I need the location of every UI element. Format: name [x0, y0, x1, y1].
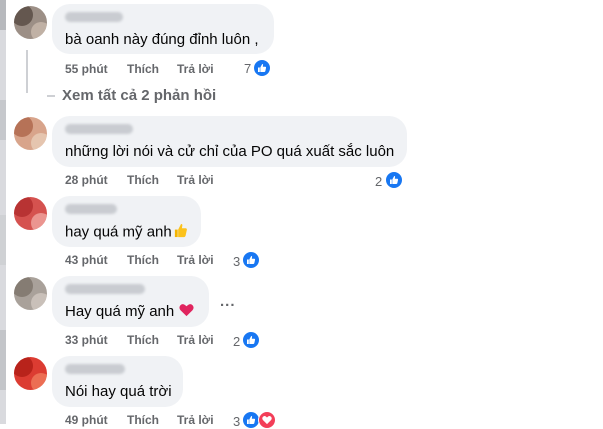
comment-text-content: Hay quá mỹ anh — [65, 303, 175, 320]
reaction-count[interactable]: 2 — [375, 174, 382, 189]
comment-time[interactable]: 55 phút — [65, 62, 108, 76]
like-icon[interactable] — [242, 331, 260, 349]
reaction-count[interactable]: 3 — [233, 254, 240, 269]
like-button[interactable]: Thích — [127, 173, 159, 187]
author-name-blurred[interactable] — [65, 204, 117, 214]
red-heart-emoji — [179, 303, 194, 321]
comment-time[interactable]: 49 phút — [65, 413, 108, 427]
like-button[interactable]: Thích — [127, 253, 159, 267]
comment-text: Nói hay quá trời — [65, 383, 172, 400]
left-edge-panel — [0, 0, 6, 424]
author-name-blurred[interactable] — [65, 364, 125, 374]
author-name-blurred[interactable] — [65, 284, 145, 294]
view-all-replies-link[interactable]: Xem tất cả 2 phản hồi — [62, 87, 216, 104]
reply-button[interactable]: Trả lời — [177, 173, 214, 187]
reply-button[interactable]: Trả lời — [177, 253, 214, 267]
comment-time[interactable]: 43 phút — [65, 253, 108, 267]
like-button[interactable]: Thích — [127, 333, 159, 347]
more-options-button[interactable]: ... — [220, 293, 236, 310]
comment-bubble: bà oanh này đúng đỉnh luôn , — [52, 4, 274, 54]
thread-connector-hook — [47, 95, 55, 97]
reply-button[interactable]: Trả lời — [177, 62, 214, 76]
reaction-count[interactable]: 7 — [244, 61, 251, 76]
comment-text: bà oanh này đúng đỉnh luôn , — [65, 31, 259, 48]
thread-connector-line — [26, 50, 28, 93]
reply-button[interactable]: Trả lời — [177, 413, 214, 427]
comment-text-content: hay quá mỹ anh — [65, 223, 172, 241]
comment-text: những lời nói và cử chỉ của PO quá xuất … — [65, 143, 395, 160]
avatar[interactable] — [14, 357, 47, 390]
comment-bubble: hay quá mỹ anh — [52, 196, 201, 247]
comment-bubble: những lời nói và cử chỉ của PO quá xuất … — [52, 116, 407, 167]
like-icon[interactable] — [385, 171, 403, 189]
like-button[interactable]: Thích — [127, 62, 159, 76]
reply-button[interactable]: Trả lời — [177, 333, 214, 347]
like-button[interactable]: Thích — [127, 413, 159, 427]
like-icon[interactable] — [242, 251, 260, 269]
author-name-blurred[interactable] — [65, 12, 123, 22]
comment-time[interactable]: 28 phút — [65, 173, 108, 187]
avatar[interactable] — [14, 6, 47, 39]
comment-bubble: Hay quá mỹ anh — [52, 276, 209, 327]
heart-icon[interactable] — [258, 411, 276, 429]
avatar[interactable] — [14, 117, 47, 150]
thumbs-up-emoji — [173, 223, 188, 242]
author-name-blurred[interactable] — [65, 124, 133, 134]
comment-text: hay quá mỹ anh — [65, 223, 188, 242]
reaction-count[interactable]: 2 — [233, 334, 240, 349]
comment-bubble: Nói hay quá trời — [52, 356, 183, 407]
comment-text: Hay quá mỹ anh — [65, 303, 194, 321]
avatar[interactable] — [14, 277, 47, 310]
like-icon[interactable] — [253, 59, 271, 77]
comment-time[interactable]: 33 phút — [65, 333, 108, 347]
avatar[interactable] — [14, 197, 47, 230]
reaction-count[interactable]: 3 — [233, 414, 240, 429]
